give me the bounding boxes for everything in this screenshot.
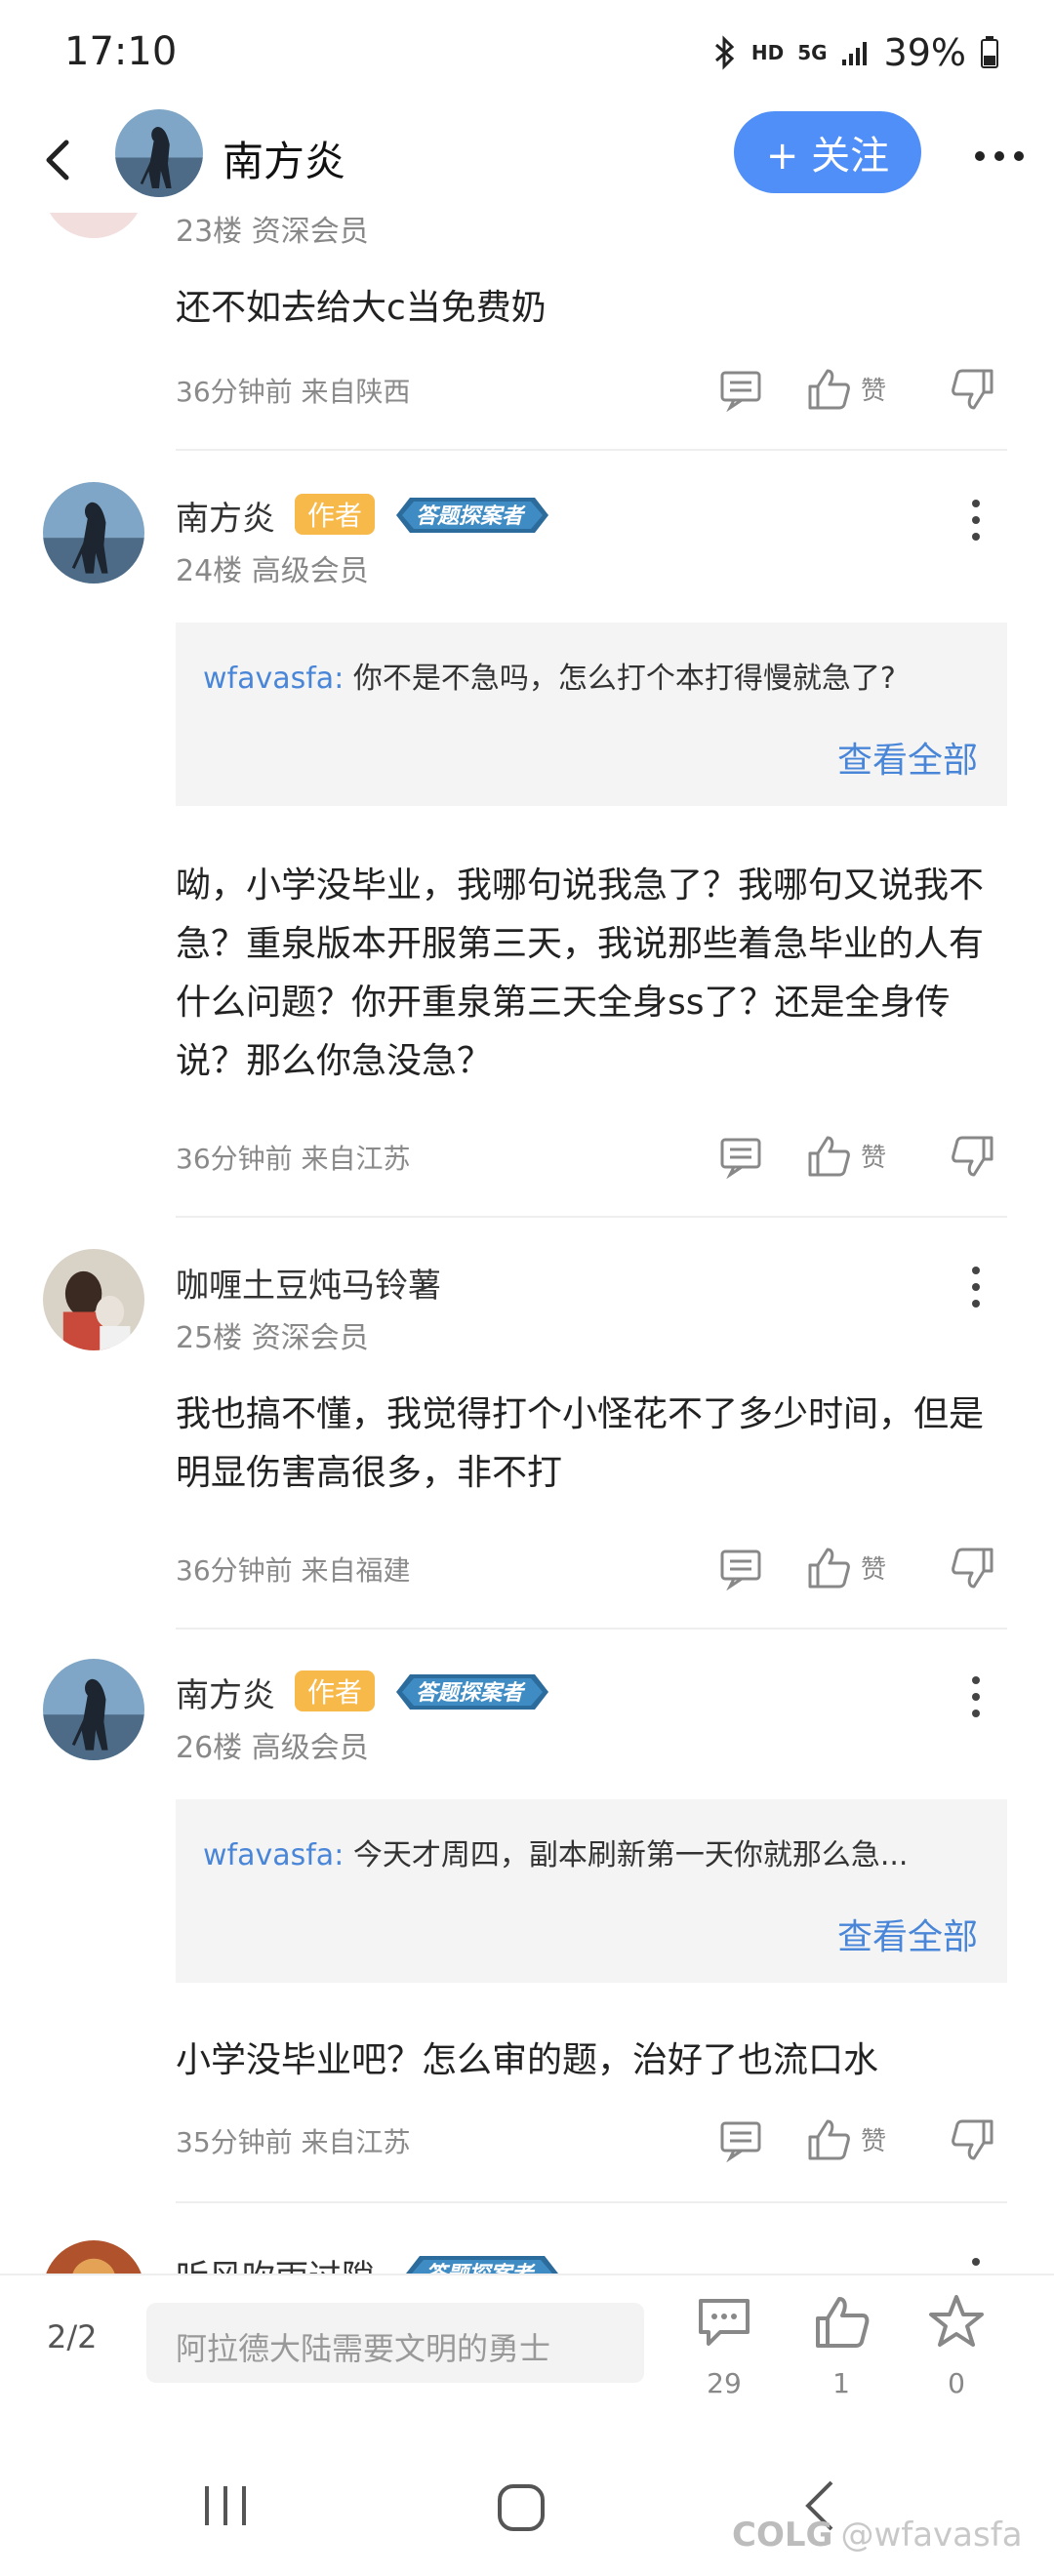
comment-more-icon[interactable] (966, 1263, 986, 1311)
view-all-link[interactable]: 查看全部 (837, 1909, 978, 1959)
comment-username[interactable]: 咖喱土豆炖马铃薯 (176, 1259, 441, 1307)
more-options-icon[interactable] (972, 137, 1027, 176)
comment-floor: 25楼 资深会员 (176, 1321, 369, 1355)
like-icon[interactable] (812, 2293, 871, 2352)
watermark-logo: COLG (732, 2516, 833, 2555)
quoted-text: wfavasfa: 你不是不急吗，怎么打个本打得慢就急了? (203, 654, 984, 697)
battery-icon (981, 36, 998, 68)
comment-body: 我也搞不懂，我觉得打个小怪花不了多少时间，但是明显伤害高很多，非不打 (176, 1394, 985, 1493)
like-icon[interactable] (806, 1546, 851, 1590)
reply-bottom-bar: 2/2 阿拉德大陆需要文明的勇士 29 1 0 (0, 2274, 1054, 2430)
like-label: 赞 (861, 2127, 887, 2156)
comment-floor: 26楼 高级会员 (176, 1731, 369, 1765)
page-indicator[interactable]: 2/2 (47, 2318, 98, 2355)
comment-divider (176, 1628, 1007, 1630)
dislike-icon[interactable] (951, 2117, 995, 2162)
answer-detective-badge: 答题探案者 (396, 498, 548, 533)
comment-more-icon[interactable] (966, 496, 986, 544)
comment-username[interactable]: 南方炎 (176, 492, 275, 540)
network-label: 5G (797, 41, 828, 64)
comment-body: 呦，小学没毕业，我哪句说我急了？我哪句又说我不急？重泉版本开服第三天，我说那些着… (176, 865, 985, 1081)
favorite-count: 0 (948, 2367, 965, 2399)
comment-actions: 赞 (718, 1134, 1011, 1183)
bluetooth-icon (714, 35, 735, 70)
comment-avatar[interactable] (43, 1249, 144, 1350)
status-bar: 17:10 HD 5G 39% (0, 0, 1054, 107)
comment-floor: 23楼 资深会员 (176, 215, 369, 249)
quoted-content: 你不是不急吗，怎么打个本打得慢就急了? (352, 662, 896, 696)
watermark-handle: @wfavasfa (840, 2516, 1023, 2555)
like-count: 1 (832, 2367, 850, 2399)
comment-actions: 赞 (718, 367, 1011, 416)
like-label: 赞 (861, 1144, 887, 1173)
comment-more-icon[interactable] (966, 1672, 986, 1721)
dislike-icon[interactable] (951, 367, 995, 412)
reply-icon[interactable] (718, 1134, 763, 1179)
badge-label: 答题探案者 (416, 1680, 526, 1706)
view-all-link[interactable]: 查看全部 (837, 732, 978, 783)
comments-icon[interactable] (695, 2293, 753, 2352)
like-icon[interactable] (806, 367, 851, 412)
comment-divider (176, 1216, 1007, 1218)
recent-apps-icon[interactable] (201, 2484, 250, 2527)
comment-avatar[interactable] (43, 482, 144, 584)
thread-header: 南方炎 + 关注 (0, 107, 1054, 213)
quoted-text: wfavasfa: 今天才周四，副本刷新第一天你就那么急... (203, 1831, 984, 1873)
quoted-username[interactable]: wfavasfa: (203, 1838, 344, 1872)
comment-meta: 35分钟前 来自江苏 (176, 2126, 411, 2158)
status-icons: HD 5G 39% (712, 31, 999, 74)
reply-icon[interactable] (718, 2117, 763, 2162)
home-icon[interactable] (496, 2482, 547, 2533)
like-label: 赞 (861, 1555, 887, 1585)
back-arrow-icon[interactable] (35, 133, 84, 187)
author-name[interactable]: 南方炎 (223, 129, 345, 188)
reply-icon[interactable] (718, 1546, 763, 1590)
quoted-username[interactable]: wfavasfa: (203, 662, 344, 696)
comment-divider (176, 2201, 1007, 2203)
like-icon[interactable] (806, 1134, 851, 1179)
status-time: 17:10 (64, 29, 178, 74)
comment-meta: 36分钟前 来自福建 (176, 1554, 411, 1587)
like-label: 赞 (861, 377, 887, 406)
dislike-icon[interactable] (951, 1134, 995, 1179)
author-tag: 作者 (295, 494, 375, 535)
comment-count: 29 (707, 2367, 742, 2399)
quoted-content: 今天才周四，副本刷新第一天你就那么急... (352, 1838, 909, 1872)
comment-actions: 赞 (718, 2117, 1011, 2166)
comment-meta: 36分钟前 来自江苏 (176, 1143, 411, 1175)
watermark: COLG @wfavasfa (732, 2516, 1023, 2555)
author-avatar[interactable] (115, 109, 203, 197)
dislike-icon[interactable] (951, 1546, 995, 1590)
quoted-reply[interactable]: wfavasfa: 你不是不急吗，怎么打个本打得慢就急了? 查看全部 (176, 623, 1007, 806)
badge-label: 答题探案者 (416, 503, 526, 529)
hd-label: HD (750, 41, 785, 64)
comment-floor: 24楼 高级会员 (176, 554, 369, 588)
author-tag: 作者 (295, 1670, 375, 1711)
system-nav-bar: COLG @wfavasfa (0, 2430, 1054, 2576)
answer-detective-badge: 答题探案者 (396, 1674, 548, 1710)
comment-body: 小学没毕业吧？怎么审的题，治好了也流口水 (176, 2040, 879, 2080)
battery-label: 39% (883, 31, 966, 74)
quoted-reply[interactable]: wfavasfa: 今天才周四，副本刷新第一天你就那么急... 查看全部 (176, 1799, 1007, 1983)
reply-input[interactable]: 阿拉德大陆需要文明的勇士 (146, 2303, 644, 2383)
reply-input-placeholder: 阿拉德大陆需要文明的勇士 (176, 2330, 551, 2367)
favorite-star-icon[interactable] (927, 2293, 986, 2352)
comment-meta: 36分钟前 来自陕西 (176, 376, 411, 408)
like-icon[interactable] (806, 2117, 851, 2162)
comment-username[interactable]: 南方炎 (176, 1669, 275, 1716)
comment-actions: 赞 (718, 1546, 1011, 1594)
comment-avatar[interactable] (43, 1659, 144, 1760)
reply-icon[interactable] (718, 367, 763, 412)
comment-body: 还不如去给大c当免费奶 (176, 288, 547, 328)
follow-button[interactable]: + 关注 (734, 111, 921, 193)
signal-icon (841, 42, 867, 65)
comment-divider (176, 449, 1007, 451)
